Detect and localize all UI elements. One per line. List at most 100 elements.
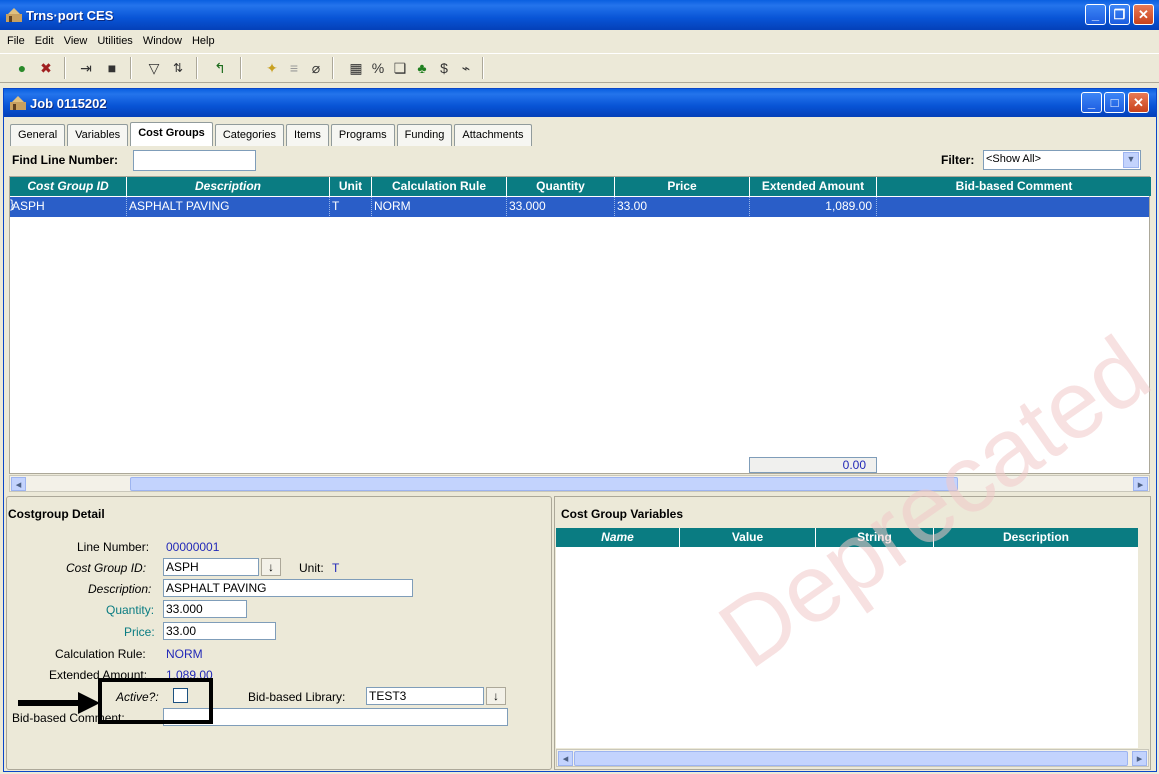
quantity-label: Quantity:	[106, 603, 155, 617]
restore-button[interactable]: ❐	[1109, 4, 1130, 25]
description-input[interactable]: ASPHALT PAVING	[163, 579, 413, 597]
cancel-job-icon[interactable]: ✖	[36, 58, 56, 78]
col-description[interactable]: Description	[127, 177, 330, 196]
calc-rule-label: Calculation Rule:	[55, 647, 146, 661]
cost-group-grid: Cost Group ID Description Unit Calculati…	[9, 176, 1151, 474]
job-title-bar[interactable]: Job 0115202 _ □ ✕	[4, 89, 1156, 117]
cost-group-id-input[interactable]: ASPH	[163, 558, 259, 576]
description-label: Description:	[88, 582, 152, 596]
filter-selected-value: <Show All>	[986, 153, 1042, 165]
toolbar-separator	[130, 57, 132, 79]
cell-calculation-rule: NORM	[372, 197, 507, 216]
variables-scrollbar[interactable]: ◂ ▸	[556, 749, 1149, 767]
dollar-icon[interactable]: $	[434, 58, 454, 78]
back-icon[interactable]: ↰	[210, 58, 230, 78]
tab-programs[interactable]: Programs	[330, 124, 395, 146]
tab-categories[interactable]: Categories	[214, 124, 285, 146]
col-cost-group-id[interactable]: Cost Group ID	[10, 177, 127, 196]
eraser-icon[interactable]: ⌀	[306, 58, 326, 78]
price-input[interactable]: 33.00	[163, 622, 276, 640]
col-var-description[interactable]: Description	[934, 528, 1138, 547]
job-icon	[10, 96, 26, 110]
table-row[interactable]: ASPH ASPHALT PAVING T NORM 33.000 33.00 …	[10, 197, 1149, 217]
cell-unit: T	[330, 197, 372, 216]
col-calculation-rule[interactable]: Calculation Rule	[372, 177, 507, 196]
menu-file[interactable]: File	[2, 35, 30, 47]
cost-group-id-label: Cost Group ID:	[66, 561, 147, 575]
arrow-down-icon: ↓	[268, 560, 274, 574]
scroll-left-icon[interactable]: ◂	[11, 477, 26, 491]
menu-utilities[interactable]: Utilities	[92, 35, 137, 47]
money-bag-icon[interactable]: ●	[12, 58, 32, 78]
bid-library-input[interactable]: TEST3	[366, 687, 484, 705]
menu-help[interactable]: Help	[187, 35, 220, 47]
filter-select[interactable]: <Show All> ▼	[983, 150, 1141, 170]
new-item-icon[interactable]: ✦	[262, 58, 282, 78]
sort-icon[interactable]: ⇅	[168, 58, 188, 78]
toolbar-separator	[332, 57, 334, 79]
menu-window[interactable]: Window	[138, 35, 187, 47]
col-quantity[interactable]: Quantity	[507, 177, 615, 196]
col-price[interactable]: Price	[615, 177, 750, 196]
col-var-string[interactable]: String	[816, 528, 934, 547]
scroll-thumb[interactable]	[130, 477, 958, 491]
cost-group-lookup-button[interactable]: ↓	[261, 558, 281, 576]
tab-variables[interactable]: Variables	[67, 124, 129, 146]
job-maximize-button[interactable]: □	[1104, 92, 1125, 113]
bid-comment-input[interactable]	[163, 708, 508, 726]
price-label: Price:	[124, 625, 155, 639]
people-icon[interactable]: ♣	[412, 58, 432, 78]
save-icon[interactable]: ■	[102, 58, 122, 78]
copy-icon[interactable]: ❏	[390, 58, 410, 78]
col-var-value[interactable]: Value	[680, 528, 816, 547]
tab-general[interactable]: General	[10, 124, 66, 146]
close-button[interactable]: ✕	[1133, 4, 1154, 25]
tab-attachments[interactable]: Attachments	[454, 124, 532, 146]
cost-group-variables-title: Cost Group Variables	[561, 507, 684, 521]
scroll-right-icon[interactable]: ▸	[1132, 751, 1147, 766]
app-icon	[6, 8, 22, 22]
cell-bid-based-comment	[877, 197, 1149, 216]
bid-library-lookup-button[interactable]: ↓	[486, 687, 506, 705]
scroll-thumb[interactable]	[574, 751, 1128, 766]
tab-items[interactable]: Items	[286, 124, 329, 146]
exit-icon[interactable]: ⇥	[76, 58, 96, 78]
toolbar-separator	[64, 57, 66, 79]
col-bid-based-comment[interactable]: Bid-based Comment	[877, 177, 1151, 196]
grid-header: Cost Group ID Description Unit Calculati…	[10, 177, 1151, 196]
grid-scrollbar[interactable]: ◂ ▸	[9, 475, 1150, 492]
col-var-name[interactable]: Name	[556, 528, 680, 547]
calc-rule-value: NORM	[166, 647, 203, 661]
find-line-label: Find Line Number:	[12, 153, 118, 167]
chevron-down-icon[interactable]: ▼	[1123, 152, 1139, 168]
line-number-label: Line Number:	[77, 540, 150, 554]
filter-icon[interactable]: ▽	[144, 58, 164, 78]
menu-view[interactable]: View	[59, 35, 93, 47]
col-extended-amount[interactable]: Extended Amount	[750, 177, 877, 196]
costgroup-detail-title: Costgroup Detail	[8, 507, 109, 521]
scroll-right-icon[interactable]: ▸	[1133, 477, 1148, 491]
percent-icon[interactable]: %	[368, 58, 388, 78]
cell-cost-group-id: ASPH	[10, 197, 127, 216]
col-unit[interactable]: Unit	[330, 177, 372, 196]
minimize-button[interactable]: _	[1085, 4, 1106, 25]
variables-header: Name Value String Description	[556, 528, 1138, 547]
chart-icon[interactable]: ⌁	[456, 58, 476, 78]
job-close-button[interactable]: ✕	[1128, 92, 1149, 113]
insert-rows-icon[interactable]: ≡	[284, 58, 304, 78]
highlight-box	[98, 678, 213, 724]
app-title-bar[interactable]: Trns·port CES _ ❐ ✕	[0, 0, 1159, 30]
calculator-icon[interactable]: ▦	[346, 58, 366, 78]
job-minimize-button[interactable]: _	[1081, 92, 1102, 113]
tab-funding[interactable]: Funding	[396, 124, 453, 146]
find-line-input[interactable]	[133, 150, 256, 171]
line-number-value: 00000001	[166, 540, 220, 554]
menu-edit[interactable]: Edit	[30, 35, 59, 47]
scroll-left-icon[interactable]: ◂	[558, 751, 573, 766]
quantity-input[interactable]: 33.000	[163, 600, 247, 618]
toolbar-separator	[196, 57, 198, 79]
application-window: Trns·port CES _ ❐ ✕ File Edit View Utili…	[0, 0, 1159, 774]
tab-cost-groups[interactable]: Cost Groups	[130, 122, 213, 146]
cell-quantity: 33.000	[507, 197, 615, 216]
cell-description: ASPHALT PAVING	[127, 197, 330, 216]
